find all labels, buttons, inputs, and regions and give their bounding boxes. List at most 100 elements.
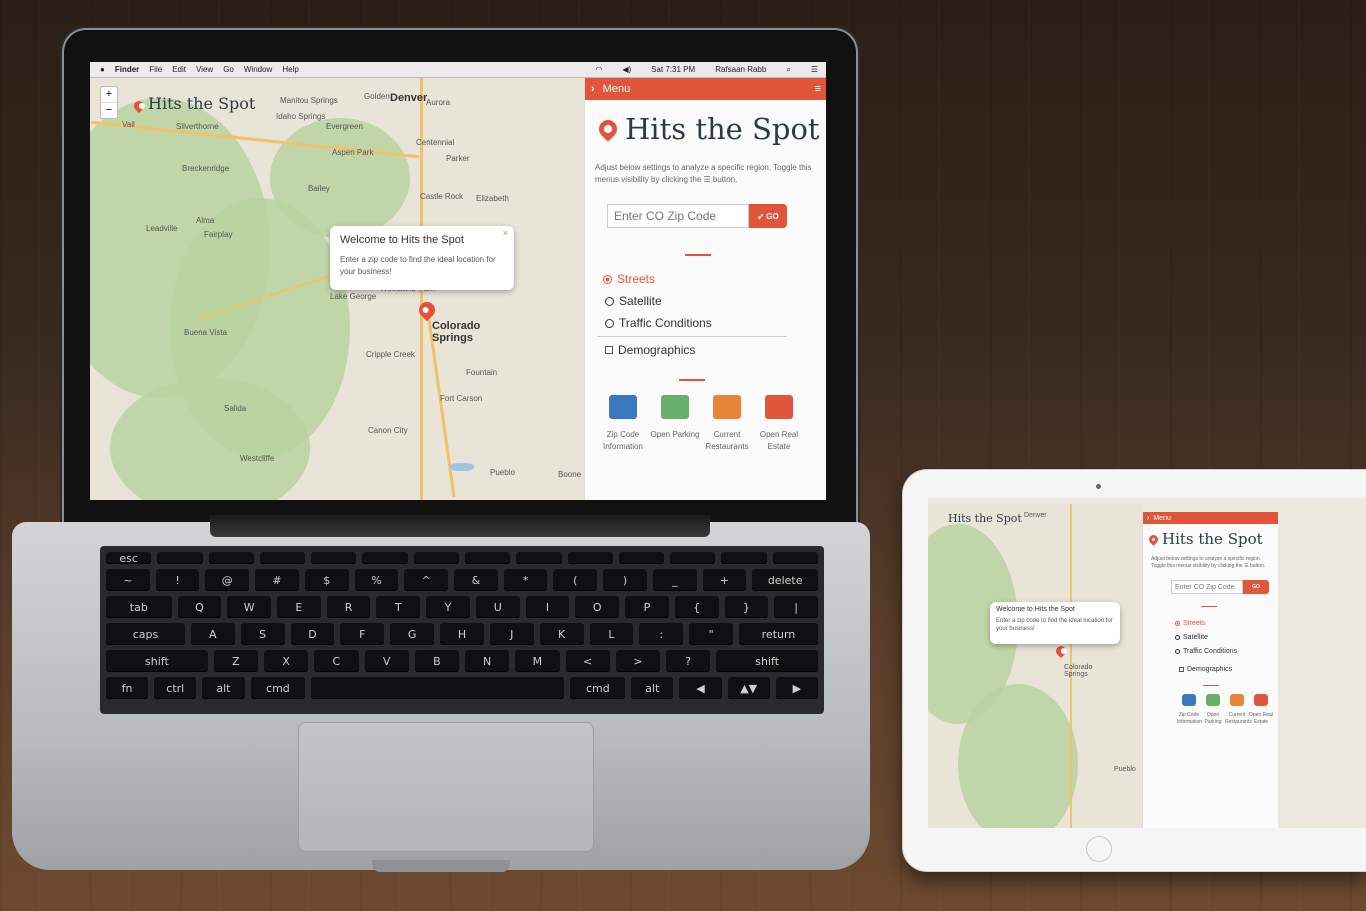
radio-icon[interactable] [1175, 634, 1180, 640]
laptop-trackpad[interactable] [298, 722, 594, 852]
key[interactable]: D [290, 623, 335, 645]
shift-key[interactable]: shift [716, 650, 819, 672]
demographics-toggle[interactable]: Demographics [1179, 663, 1278, 675]
key[interactable]: ? [666, 650, 711, 672]
key[interactable]: ) [603, 569, 647, 591]
key[interactable] [464, 552, 511, 564]
key[interactable]: * [503, 569, 548, 591]
arrow-left-key[interactable]: ◀ [679, 677, 722, 699]
zip-code-input[interactable] [1171, 580, 1243, 594]
menu-help[interactable]: Help [282, 65, 298, 74]
go-button[interactable]: ➶ GO [749, 204, 787, 228]
key[interactable]: U [475, 596, 520, 618]
key[interactable]: + [702, 569, 747, 591]
layer-streets[interactable]: Streets [1175, 617, 1278, 629]
go-button[interactable]: GO [1243, 580, 1269, 594]
cmd-key[interactable]: cmd [570, 677, 626, 699]
tablet-map-canvas[interactable]: Hits the Spot Denver Colorado Springs Pu… [928, 504, 1142, 828]
key[interactable] [567, 552, 613, 564]
tile-zip-info[interactable]: Zip Code Information [597, 395, 649, 453]
wifi-icon[interactable]: ◠ [595, 65, 602, 75]
zoom-in-button[interactable]: + [101, 87, 117, 103]
key[interactable]: C [314, 650, 359, 672]
alt-key[interactable]: alt [631, 677, 674, 699]
key[interactable]: Y [426, 596, 470, 618]
key[interactable] [311, 552, 357, 564]
menu-file[interactable]: File [149, 65, 162, 74]
tile-open-parking[interactable]: Open Parking [649, 395, 701, 453]
delete-key[interactable]: delete [752, 569, 818, 591]
key[interactable]: ( [553, 569, 598, 591]
key[interactable]: ^ [404, 569, 449, 591]
zip-code-input[interactable] [607, 204, 749, 228]
map-canvas[interactable]: + − Hits the Spot Denver Colorado Spring… [90, 78, 584, 500]
demographics-toggle[interactable]: Demographics [605, 341, 826, 359]
checkbox-icon[interactable] [605, 346, 613, 354]
chevron-right-icon[interactable]: › [1147, 515, 1149, 522]
key[interactable]: O [575, 596, 620, 618]
chevron-right-icon[interactable]: › [591, 83, 595, 95]
layer-satellite[interactable]: Satellite [1175, 631, 1278, 643]
key[interactable]: esc [106, 552, 152, 565]
key[interactable] [516, 552, 562, 564]
tile-open-parking[interactable]: Open Parking [1201, 694, 1225, 726]
key[interactable]: : [639, 623, 684, 645]
cmd-key[interactable]: cmd [250, 677, 306, 699]
key[interactable] [208, 552, 254, 564]
key[interactable]: S [240, 623, 285, 645]
key[interactable]: | [774, 596, 818, 618]
radio-icon[interactable] [1175, 648, 1180, 654]
radio-icon[interactable] [605, 318, 614, 328]
key[interactable]: { [674, 596, 719, 618]
key[interactable]: W [227, 596, 272, 618]
power-key[interactable] [772, 552, 818, 564]
menu-finder[interactable]: Finder [115, 65, 139, 74]
space-key[interactable] [311, 677, 565, 699]
key[interactable]: < [565, 650, 610, 672]
arrow-up-down-key[interactable]: ▲▼ [727, 677, 770, 699]
key[interactable]: R [326, 596, 371, 618]
map-marker-icon[interactable] [1053, 643, 1069, 659]
radio-icon[interactable] [603, 274, 612, 284]
menu-clock[interactable]: Sat 7:31 PM [651, 65, 695, 75]
shift-key[interactable]: shift [106, 650, 208, 672]
volume-icon[interactable]: ◀) [622, 65, 631, 75]
apple-icon[interactable]: ● [100, 65, 105, 74]
key[interactable] [670, 552, 716, 564]
key[interactable]: @ [205, 569, 250, 591]
key[interactable]: & [454, 569, 498, 591]
menu-go[interactable]: Go [223, 65, 234, 74]
alt-key[interactable]: alt [202, 677, 245, 699]
key[interactable]: K [539, 623, 584, 645]
zoom-out-button[interactable]: − [101, 103, 117, 118]
layer-satellite[interactable]: Satellite [605, 292, 826, 310]
key[interactable]: F [340, 623, 385, 645]
key[interactable]: > [615, 650, 661, 672]
ctrl-key[interactable]: ctrl [154, 677, 197, 699]
key[interactable] [618, 552, 665, 564]
menu-view[interactable]: View [196, 65, 213, 74]
key[interactable]: N [465, 650, 510, 672]
key[interactable]: % [354, 569, 399, 591]
layer-traffic[interactable]: Traffic Conditions [605, 314, 826, 332]
tile-current-restaurants[interactable]: Current Restaurants [1225, 694, 1252, 726]
key[interactable]: $ [304, 569, 349, 591]
caps-key[interactable]: caps [106, 623, 185, 645]
menu-edit[interactable]: Edit [172, 65, 186, 74]
tile-open-real-estate[interactable]: Open Real Estate [753, 395, 805, 453]
menu-user[interactable]: Rafsaan Rabb [715, 65, 766, 75]
tile-zip-info[interactable]: Zip Code Information [1177, 694, 1202, 726]
key[interactable] [362, 552, 408, 564]
menu-window[interactable]: Window [244, 65, 272, 74]
checkbox-icon[interactable] [1179, 666, 1184, 672]
notifications-icon[interactable]: ☰ [811, 65, 818, 75]
key[interactable]: T [376, 596, 421, 618]
tile-open-real-estate[interactable]: Open Real Estate [1249, 694, 1273, 726]
key[interactable]: I [525, 596, 570, 618]
key[interactable]: P [625, 596, 669, 618]
key[interactable]: E [277, 596, 321, 618]
key[interactable] [721, 552, 767, 564]
key[interactable]: ~ [106, 569, 150, 591]
key[interactable] [413, 552, 459, 564]
key[interactable]: G [390, 623, 435, 645]
